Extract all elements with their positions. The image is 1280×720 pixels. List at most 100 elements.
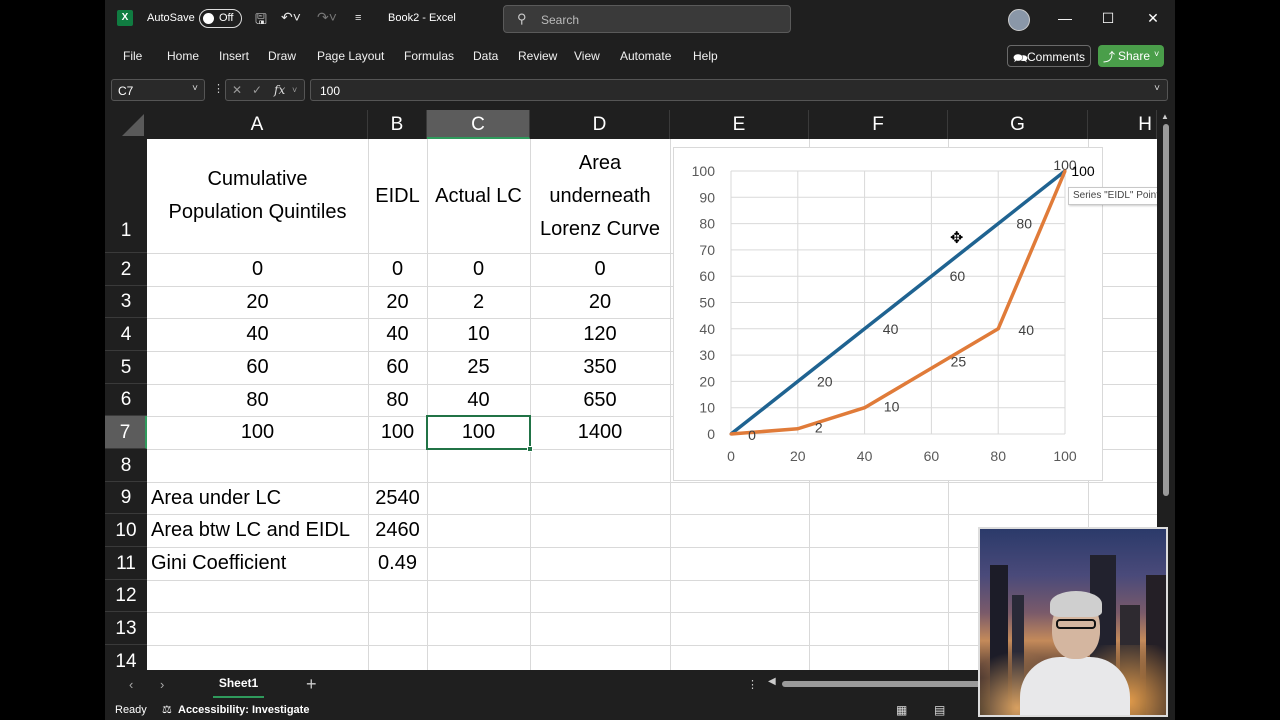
row-header-11[interactable]: 11 (105, 547, 147, 580)
cell-b11[interactable]: 0.49 (368, 547, 427, 580)
tab-review[interactable]: Review (518, 49, 557, 63)
share-button[interactable]: ⤴ Share ˅ (1098, 45, 1164, 67)
tab-formulas[interactable]: Formulas (404, 49, 454, 63)
column-header-c[interactable]: C (427, 110, 530, 139)
column-header-d[interactable]: D (530, 110, 670, 139)
horizontal-scroll-thumb[interactable] (782, 681, 982, 687)
tab-view[interactable]: View (574, 49, 600, 63)
maximize-icon[interactable]: ☐ (1098, 10, 1118, 27)
row-header-3[interactable]: 3 (105, 286, 147, 318)
enter-icon[interactable]: ✓ (252, 83, 262, 97)
cell-c5[interactable]: 25 (427, 351, 530, 384)
tab-data[interactable]: Data (473, 49, 498, 63)
column-header-g[interactable]: G (948, 110, 1088, 139)
tab-home[interactable]: Home (167, 49, 199, 63)
sheet-tab-sheet1[interactable]: Sheet1 (213, 670, 264, 698)
column-header-b[interactable]: B (368, 110, 427, 139)
column-header-f[interactable]: F (809, 110, 948, 139)
tab-help[interactable]: Help (693, 49, 718, 63)
cell-a1[interactable]: Cumulative Population Quintiles (147, 139, 368, 253)
cell-d1[interactable]: Area underneath Lorenz Curve (530, 139, 670, 253)
cell-a7[interactable]: 100 (147, 416, 368, 449)
cell-a9[interactable]: Area under LC (147, 482, 368, 514)
cell-d3[interactable]: 20 (530, 286, 670, 318)
name-box[interactable]: C7 ˅ (111, 79, 205, 101)
accessibility-status[interactable]: Accessibility: Investigate (178, 704, 309, 716)
next-sheet-icon[interactable]: › (160, 677, 164, 692)
cell-b9[interactable]: 2540 (368, 482, 427, 514)
cell-d4[interactable]: 120 (530, 318, 670, 351)
tab-split-handle-icon[interactable]: ⋮ (747, 678, 758, 691)
normal-view-icon[interactable]: ▦ (896, 703, 907, 717)
cell-c1[interactable]: Actual LC (427, 139, 530, 253)
cell-b10[interactable]: 2460 (368, 514, 427, 547)
tab-insert[interactable]: Insert (219, 49, 249, 63)
cell-a5[interactable]: 60 (147, 351, 368, 384)
comments-button[interactable]: 🗪 Comments (1007, 45, 1091, 67)
row-header-9[interactable]: 9 (105, 482, 147, 514)
vertical-scroll-thumb[interactable] (1163, 124, 1169, 496)
row-header-10[interactable]: 10 (105, 514, 147, 547)
tab-file[interactable]: File (123, 49, 142, 63)
row-header-2[interactable]: 2 (105, 253, 147, 286)
close-icon[interactable]: ✕ (1143, 10, 1163, 27)
undo-icon[interactable]: ↶˅ (281, 9, 301, 26)
active-cell-selection[interactable] (426, 415, 533, 452)
add-sheet-icon[interactable]: + (306, 674, 317, 695)
cell-b7[interactable]: 100 (368, 416, 427, 449)
row-header-8[interactable]: 8 (105, 449, 147, 482)
save-icon[interactable]: 🖫 (255, 9, 267, 33)
cell-b3[interactable]: 20 (368, 286, 427, 318)
expand-formula-icon[interactable]: ˅ (1154, 83, 1160, 94)
cell-a10[interactable]: Area btw LC and EIDL (147, 514, 368, 547)
cell-b2[interactable]: 0 (368, 253, 427, 286)
prev-sheet-icon[interactable]: ‹ (129, 677, 133, 692)
autosave-toggle[interactable]: Off (199, 9, 242, 28)
column-header-h[interactable]: H (1088, 110, 1157, 139)
column-header-a[interactable]: A (147, 110, 368, 139)
cell-b6[interactable]: 80 (368, 384, 427, 416)
cancel-icon[interactable]: ✕ (232, 83, 242, 97)
cell-d6[interactable]: 650 (530, 384, 670, 416)
select-all-button[interactable] (105, 110, 147, 139)
row-header-7[interactable]: 7 (105, 416, 147, 449)
cell-d7[interactable]: 1400 (530, 416, 670, 449)
row-header-13[interactable]: 13 (105, 612, 147, 645)
tab-draw[interactable]: Draw (268, 49, 296, 63)
scroll-left-icon[interactable]: ◀ (768, 676, 776, 687)
cell-d2[interactable]: 0 (530, 253, 670, 286)
page-layout-view-icon[interactable]: ▤ (934, 703, 945, 717)
cell-d5[interactable]: 350 (530, 351, 670, 384)
formula-input[interactable]: 100 ˅ (310, 79, 1168, 101)
cell-c2[interactable]: 0 (427, 253, 530, 286)
cell-a2[interactable]: 0 (147, 253, 368, 286)
cell-b1[interactable]: EIDL (368, 139, 427, 253)
row-header-5[interactable]: 5 (105, 351, 147, 384)
row-header-12[interactable]: 12 (105, 580, 147, 612)
cell-c3[interactable]: 2 (427, 286, 530, 318)
cell-c6[interactable]: 40 (427, 384, 530, 416)
lorenz-chart[interactable]: 0 10 20 30 40 50 60 70 80 90 100 0 20 40 60 80 100 20 40 60… (673, 147, 1103, 481)
scroll-up-icon[interactable]: ▲ (1161, 112, 1169, 121)
cell-a6[interactable]: 80 (147, 384, 368, 416)
fill-handle[interactable] (527, 446, 533, 452)
cell-a3[interactable]: 20 (147, 286, 368, 318)
row-header-1[interactable]: 1 (105, 139, 147, 253)
redo-icon[interactable]: ↷˅ (317, 9, 337, 26)
tab-automate[interactable]: Automate (620, 49, 671, 63)
column-header-e[interactable]: E (670, 110, 809, 139)
cell-a4[interactable]: 40 (147, 318, 368, 351)
search-box[interactable]: ⚲ Search (503, 5, 791, 33)
more-options-icon[interactable]: ⋮ (213, 82, 224, 95)
minimize-icon[interactable]: — (1055, 10, 1075, 26)
customize-toolbar-icon[interactable]: ≡ (355, 12, 361, 24)
insert-function-icon[interactable]: fx (274, 83, 285, 97)
row-header-4[interactable]: 4 (105, 318, 147, 351)
row-header-6[interactable]: 6 (105, 384, 147, 416)
cell-b4[interactable]: 40 (368, 318, 427, 351)
user-avatar[interactable] (1008, 9, 1030, 31)
cell-c4[interactable]: 10 (427, 318, 530, 351)
cell-b5[interactable]: 60 (368, 351, 427, 384)
cell-a11[interactable]: Gini Coefficient (147, 547, 368, 580)
tab-page-layout[interactable]: Page Layout (317, 49, 384, 63)
